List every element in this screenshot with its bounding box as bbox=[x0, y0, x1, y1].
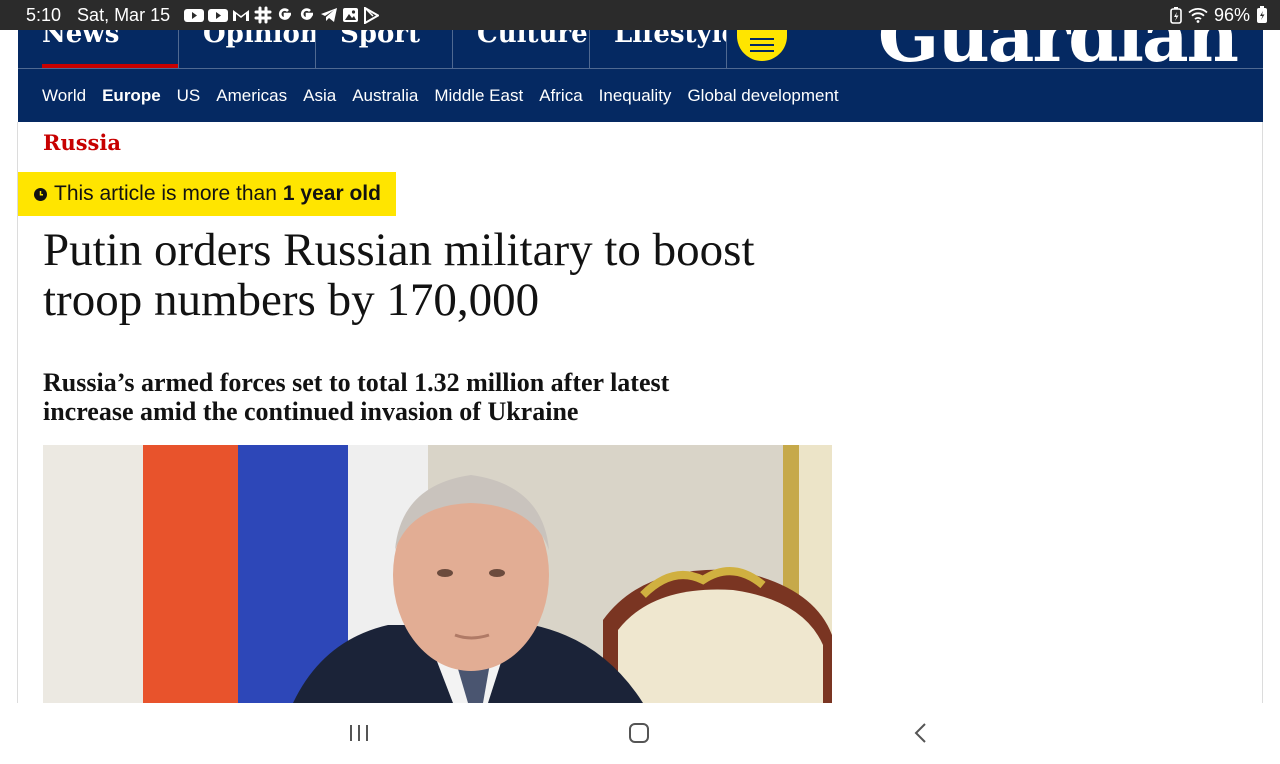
age-warning-text: This article is more than bbox=[54, 182, 277, 205]
article-age-warning: This article is more than 1 year old bbox=[18, 172, 396, 216]
telegram-icon bbox=[321, 8, 338, 22]
subnav-europe[interactable]: Europe bbox=[102, 86, 161, 106]
back-icon[interactable] bbox=[910, 722, 932, 744]
pillar-culture[interactable]: Culture bbox=[453, 30, 590, 68]
battery-percent: 96% bbox=[1213, 4, 1250, 25]
play-store-icon bbox=[364, 6, 380, 24]
pillar-lifestyle[interactable]: Lifestyle bbox=[590, 30, 727, 68]
section-subnav: World Europe US Americas Asia Australia … bbox=[42, 69, 855, 122]
article-content: Russia This article is more than 1 year … bbox=[17, 122, 1263, 703]
subnav-australia[interactable]: Australia bbox=[352, 86, 418, 106]
clock-icon bbox=[34, 187, 47, 201]
site-header: News Opinion Sport Culture Lifestyle Gua… bbox=[18, 30, 1263, 122]
recent-apps-icon[interactable] bbox=[348, 722, 370, 744]
wifi-icon bbox=[1188, 8, 1208, 23]
guardian-logo[interactable]: Guardian bbox=[878, 30, 1239, 72]
youtube-icon bbox=[208, 8, 229, 22]
google-icon bbox=[301, 8, 314, 20]
pillar-opinion[interactable]: Opinion bbox=[179, 30, 316, 68]
notification-icons bbox=[184, 6, 380, 24]
subnav-us[interactable]: US bbox=[177, 86, 201, 106]
status-bar: 5:10 Sat, Mar 15 96% bbox=[0, 0, 1280, 30]
youtube-icon bbox=[184, 8, 205, 22]
menu-button[interactable] bbox=[737, 30, 787, 61]
status-left: 5:10 Sat, Mar 15 bbox=[26, 4, 380, 26]
status-date: Sat, Mar 15 bbox=[77, 4, 171, 25]
pillar-news[interactable]: News bbox=[18, 30, 179, 68]
gallery-icon bbox=[343, 8, 359, 22]
hamburger-icon bbox=[750, 37, 774, 52]
subnav-inequality[interactable]: Inequality bbox=[599, 86, 672, 106]
hero-photo bbox=[43, 445, 832, 703]
subnav-asia[interactable]: Asia bbox=[303, 86, 336, 106]
subnav-americas[interactable]: Americas bbox=[216, 86, 287, 106]
subnav-global-development[interactable]: Global development bbox=[687, 86, 838, 106]
article-hero-image[interactable] bbox=[43, 445, 832, 703]
subnav-world[interactable]: World bbox=[42, 86, 86, 106]
status-right: 96% bbox=[1170, 5, 1268, 26]
status-time: 5:10 bbox=[26, 4, 62, 25]
age-warning-bold: 1 year old bbox=[282, 182, 381, 205]
gmail-icon bbox=[233, 9, 250, 21]
article-standfirst: Russia’s armed forces set to total 1.32 … bbox=[43, 368, 670, 426]
pillar-sport[interactable]: Sport bbox=[316, 30, 453, 68]
google-icon bbox=[279, 8, 292, 20]
section-kicker[interactable]: Russia bbox=[43, 130, 121, 155]
battery-saver-icon bbox=[1170, 6, 1182, 24]
slack-icon bbox=[254, 6, 272, 24]
subnav-middle-east[interactable]: Middle East bbox=[434, 86, 523, 106]
pillar-nav: News Opinion Sport Culture Lifestyle bbox=[18, 30, 727, 68]
home-icon[interactable] bbox=[628, 722, 650, 744]
system-navigation-bar bbox=[0, 703, 1280, 764]
article-headline: Putin orders Russian military to boost t… bbox=[43, 224, 755, 326]
battery-icon bbox=[1257, 6, 1267, 23]
subnav-africa[interactable]: Africa bbox=[539, 86, 582, 106]
